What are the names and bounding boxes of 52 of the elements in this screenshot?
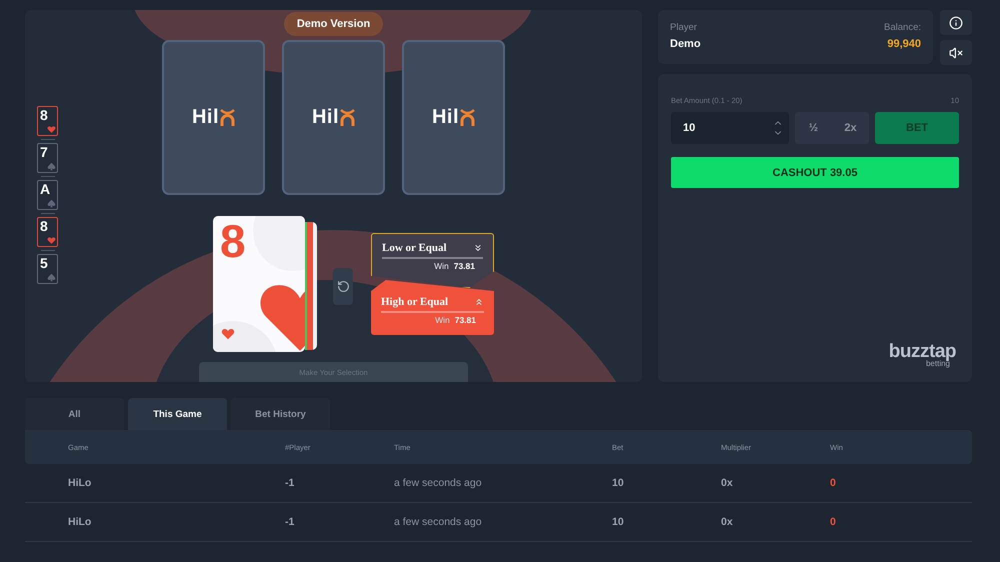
card-rank: 7 (40, 144, 48, 160)
refresh-icon (336, 280, 350, 292)
card-rank: 8 (220, 216, 246, 267)
demo-badge: Demo Version (284, 12, 384, 36)
card-back[interactable]: Hil (162, 40, 265, 195)
bet-amount-field[interactable]: 10 (671, 112, 789, 144)
guess-button[interactable]: Low or Equal Win 73.81 (371, 233, 494, 288)
half-button[interactable]: ½ (795, 112, 832, 144)
history-tab[interactable]: All (25, 398, 124, 430)
table-cell-text: HiLo (68, 516, 92, 528)
refresh-button[interactable] (333, 268, 353, 304)
card-logo: Hil (312, 106, 340, 129)
card-rank: 5 (40, 255, 48, 271)
card-logo: Hil (192, 106, 220, 129)
table-cell-text: a few seconds ago (394, 516, 483, 528)
heart-icon (221, 327, 235, 341)
balance-label: Balance: (884, 22, 921, 33)
table-cell-text: a few seconds ago (394, 477, 483, 489)
table-cell-text: 0 (830, 516, 837, 528)
brand-tagline: betting (926, 359, 950, 368)
card-back[interactable]: Hil (402, 40, 505, 195)
info-icon (949, 16, 963, 30)
table-cell-text: 10 (612, 477, 625, 489)
card-logo: Hil (432, 106, 460, 129)
logo-mark-icon (340, 108, 356, 126)
history-tab[interactable]: This Game (128, 398, 227, 430)
card-rank: 8 (40, 107, 48, 123)
card-rank: A (40, 181, 50, 197)
cashout-button[interactable]: CASHOUT 39.05 (671, 157, 959, 188)
balance-value: 99,940 (887, 38, 921, 50)
table-cell-text: -1 (285, 516, 296, 528)
table-cell-text: HiLo (68, 477, 92, 489)
double-button[interactable]: 2x (832, 112, 869, 144)
logo-mark-icon (220, 108, 236, 126)
table-cell-text: 0x (721, 477, 734, 489)
logo-mark-icon (460, 108, 476, 126)
sound-button[interactable] (940, 40, 972, 65)
table-cell-text: 0 (830, 477, 837, 489)
card-back[interactable]: Hil (282, 40, 385, 195)
player-name: Demo (670, 38, 701, 50)
chevrons-up-icon (474, 297, 484, 307)
info-button[interactable] (940, 10, 972, 35)
card-rank: 8 (40, 218, 48, 234)
history-tab[interactable]: Bet History (231, 398, 330, 430)
brand-logo: buzztap (888, 342, 956, 361)
player-label: Player (670, 22, 697, 33)
muted-speaker-icon (949, 46, 963, 60)
chevrons-down-icon (473, 243, 483, 253)
table-cell-text: 0x (721, 516, 734, 528)
table-cell-text: -1 (285, 477, 296, 489)
table-cell-text: 10 (612, 516, 625, 528)
guess-button[interactable]: High or Equal Win 73.81 (371, 280, 494, 335)
